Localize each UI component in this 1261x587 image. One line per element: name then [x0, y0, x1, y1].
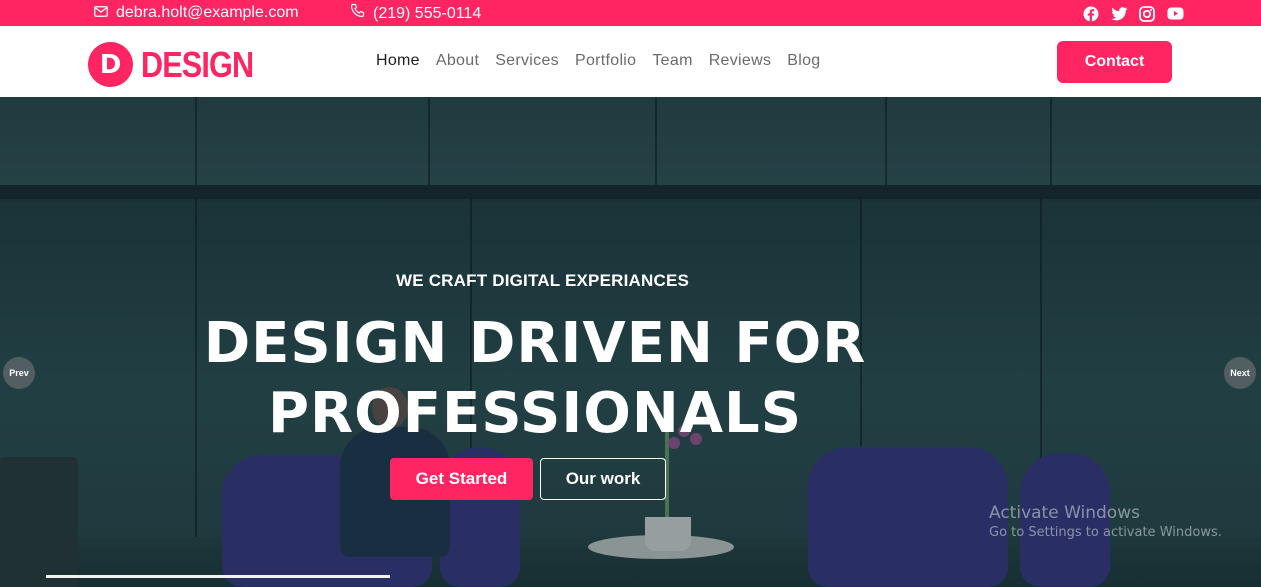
twitter-icon[interactable]	[1110, 5, 1128, 22]
headline-line-2: PROFESSIONALS	[267, 381, 803, 446]
windows-activation-watermark: Activate Windows Go to Settings to activ…	[989, 502, 1222, 542]
site-header: D DESIGN Home About Services Portfolio T…	[0, 26, 1261, 97]
email-contact[interactable]: debra.holt@example.com	[94, 3, 299, 23]
facebook-icon[interactable]	[1082, 5, 1100, 22]
nav-services[interactable]: Services	[495, 50, 559, 72]
nav-team[interactable]: Team	[652, 50, 692, 72]
nav-reviews[interactable]: Reviews	[709, 50, 772, 72]
hero-buttons: Get Started Our work	[390, 458, 666, 500]
instagram-icon[interactable]	[1138, 5, 1156, 22]
logo-badge: D	[88, 42, 133, 87]
social-links	[1082, 5, 1184, 22]
hero-content: WE CRAFT DIGITAL EXPERIANCES DESIGN DRIV…	[0, 97, 1261, 587]
main-nav: Home About Services Portfolio Team Revie…	[376, 50, 821, 72]
contact-button[interactable]: Contact	[1057, 41, 1172, 83]
envelope-icon	[94, 3, 108, 23]
headline-line-1: DESIGN DRIVEN FOR	[203, 311, 867, 376]
email-text: debra.holt@example.com	[116, 4, 299, 21]
watermark-subtitle: Go to Settings to activate Windows.	[989, 525, 1222, 540]
phone-contact[interactable]: (219) 555-0114	[350, 3, 481, 24]
carousel-prev-button[interactable]: Prev	[3, 357, 35, 389]
watermark-title: Activate Windows	[989, 503, 1140, 523]
youtube-icon[interactable]	[1166, 5, 1184, 22]
our-work-button[interactable]: Our work	[540, 458, 666, 500]
logo-text: DESIGN	[141, 43, 254, 85]
bottom-divider	[46, 575, 390, 578]
hero-headline: DESIGN DRIVEN FOR PROFESSIONALS	[0, 309, 1070, 449]
top-bar: debra.holt@example.com (219) 555-0114	[0, 0, 1261, 26]
hero-section: WE CRAFT DIGITAL EXPERIANCES DESIGN DRIV…	[0, 97, 1261, 587]
nav-home[interactable]: Home	[376, 50, 420, 72]
phone-text: (219) 555-0114	[373, 4, 482, 22]
carousel-next-button[interactable]: Next	[1224, 357, 1256, 389]
nav-about[interactable]: About	[436, 50, 479, 72]
get-started-button[interactable]: Get Started	[390, 458, 533, 500]
nav-portfolio[interactable]: Portfolio	[575, 50, 636, 72]
hero-eyebrow: WE CRAFT DIGITAL EXPERIANCES	[396, 271, 690, 290]
nav-blog[interactable]: Blog	[787, 50, 820, 72]
site-logo[interactable]: D DESIGN	[88, 42, 273, 87]
phone-icon	[350, 3, 365, 24]
